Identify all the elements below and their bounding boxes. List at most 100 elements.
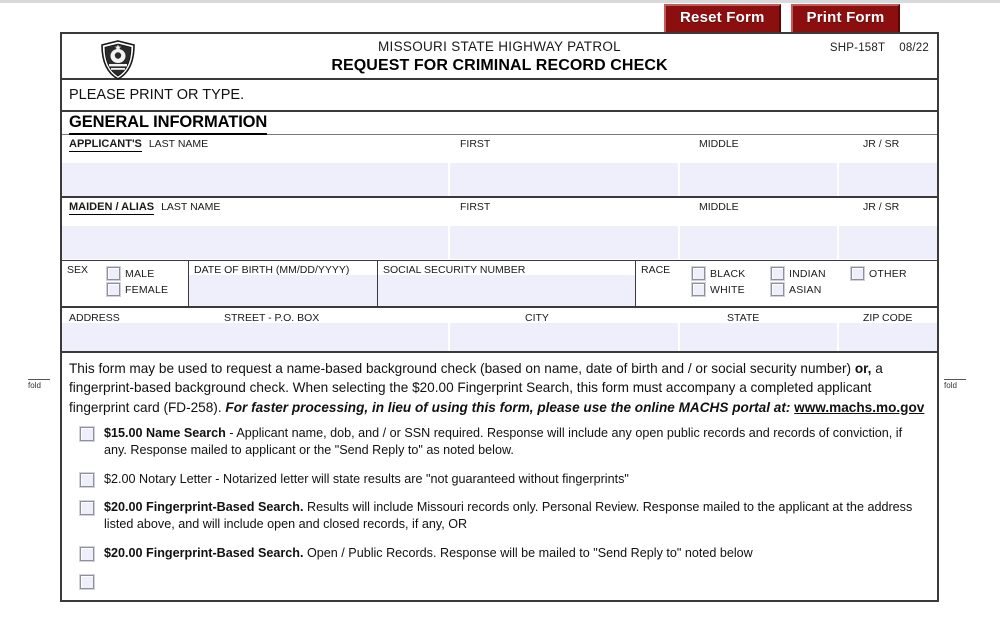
- city-input[interactable]: [450, 323, 681, 351]
- instructions-part-1: This form may be used to request a name-…: [69, 361, 855, 376]
- print-form-button[interactable]: Print Form: [790, 4, 901, 34]
- form-sheet: MISSOURI STATE HIGHWAY PATROL REQUEST FO…: [60, 32, 939, 603]
- service-options-list: $15.00 Name Search - Applicant name, dob…: [62, 421, 937, 590]
- option-partial-cutoff[interactable]: [80, 573, 927, 590]
- race-checkbox-column-1: BLACK WHITE: [692, 267, 745, 296]
- demographics-row: SEX MALE FEMALE DATE OF BIRTH (MM/DD/YYY…: [62, 261, 937, 308]
- fold-tick-left: [28, 379, 50, 380]
- applicant-last-name-label: APPLICANT'S LAST NAME: [69, 138, 209, 152]
- fold-tick-right: [944, 379, 966, 380]
- page-top-strip: [0, 0, 1000, 3]
- name-search-checkbox[interactable]: [80, 426, 94, 441]
- female-checkbox[interactable]: [107, 283, 120, 296]
- fingerprint-personal-review-checkbox[interactable]: [80, 501, 94, 516]
- indian-checkbox[interactable]: [771, 267, 784, 280]
- machs-portal-link[interactable]: www.machs.mo.gov: [794, 400, 924, 415]
- print-or-type-notice: PLEASE PRINT OR TYPE.: [62, 80, 937, 112]
- asian-checkbox[interactable]: [771, 283, 784, 296]
- race-option-black[interactable]: BLACK: [692, 267, 745, 280]
- sex-option-male[interactable]: MALE: [107, 267, 168, 280]
- applicant-last-name-input[interactable]: [62, 163, 451, 196]
- race-checkbox-column-3: OTHER: [851, 267, 907, 280]
- applicant-suffix-input[interactable]: [839, 163, 937, 196]
- applicant-name-labels: APPLICANT'S LAST NAME FIRST MIDDLE JR / …: [62, 135, 937, 152]
- fingerprint-open-public-checkbox[interactable]: [80, 546, 94, 561]
- maiden-alias-middle-name-label: MIDDLE: [699, 201, 739, 213]
- sex-cell: SEX MALE FEMALE: [62, 261, 189, 306]
- option-name-search[interactable]: $15.00 Name Search - Applicant name, dob…: [80, 425, 927, 460]
- reset-form-button[interactable]: Reset Form: [664, 4, 781, 34]
- applicant-name-row: APPLICANT'S LAST NAME FIRST MIDDLE JR / …: [62, 135, 937, 198]
- page-title: REQUEST FOR CRIMINAL RECORD CHECK: [331, 57, 668, 74]
- applicant-middle-name-input[interactable]: [680, 163, 840, 196]
- fold-mark-right: fold: [944, 379, 966, 390]
- fingerprint-open-public-description: Open / Public Records. Response will be …: [303, 545, 753, 560]
- other-checkbox[interactable]: [851, 267, 864, 280]
- fingerprint-personal-review-title: $20.00 Fingerprint-Based Search.: [104, 500, 304, 515]
- maiden-alias-suffix-label: JR / SR: [863, 201, 900, 213]
- instructions-or: or,: [854, 361, 872, 376]
- ssn-input[interactable]: [378, 275, 635, 306]
- maiden-alias-first-name-label: FIRST: [460, 201, 491, 213]
- race-checkbox-column-2: INDIAN ASIAN: [771, 267, 826, 296]
- form-number: SHP-158T: [829, 42, 886, 54]
- white-checkbox[interactable]: [692, 283, 705, 296]
- name-search-title: $15.00 Name Search: [104, 425, 226, 440]
- option-fingerprint-personal-review[interactable]: $20.00 Fingerprint-Based Search. Results…: [80, 499, 927, 534]
- sex-label: SEX: [67, 264, 89, 276]
- maiden-alias-middle-name-input[interactable]: [680, 226, 840, 259]
- race-option-other[interactable]: OTHER: [851, 267, 907, 280]
- address-inputs: [62, 323, 937, 351]
- maiden-alias-name-inputs: [62, 226, 937, 259]
- maiden-alias-name-labels: MAIDEN / ALIAS LAST NAME FIRST MIDDLE JR…: [62, 198, 937, 215]
- state-input[interactable]: [680, 323, 840, 351]
- maiden-alias-suffix-input[interactable]: [839, 226, 937, 259]
- sex-checkbox-group: MALE FEMALE: [107, 267, 168, 296]
- notary-letter-text: $2.00 Notary Letter - Notarized letter w…: [104, 471, 629, 488]
- race-label: RACE: [641, 264, 671, 276]
- general-information-title: GENERAL INFORMATION: [69, 112, 267, 135]
- zip-code-input[interactable]: [839, 323, 937, 351]
- race-option-asian[interactable]: ASIAN: [771, 283, 826, 296]
- form-header: MISSOURI STATE HIGHWAY PATROL REQUEST FO…: [62, 34, 937, 80]
- general-information-section-header: GENERAL INFORMATION: [62, 112, 937, 135]
- black-checkbox[interactable]: [692, 267, 705, 280]
- maiden-alias-last-name-input[interactable]: [62, 226, 451, 259]
- notary-letter-description: $2.00 Notary Letter - Notarized letter w…: [104, 471, 629, 486]
- partial-cutoff-checkbox[interactable]: [80, 575, 94, 590]
- applicant-first-name-input[interactable]: [450, 163, 681, 196]
- fold-mark-left: fold: [28, 379, 50, 390]
- applicant-name-inputs: [62, 163, 937, 196]
- organization-name: MISSOURI STATE HIGHWAY PATROL: [378, 39, 621, 54]
- street-input[interactable]: [62, 323, 451, 351]
- fingerprint-open-public-text: $20.00 Fingerprint-Based Search. Open / …: [104, 545, 753, 562]
- maiden-alias-first-name-input[interactable]: [450, 226, 681, 259]
- sex-option-female[interactable]: FEMALE: [107, 283, 168, 296]
- form-revision-date: 08/22: [899, 42, 929, 54]
- applicant-middle-name-label: MIDDLE: [699, 138, 739, 150]
- applicant-first-name-label: FIRST: [460, 138, 491, 150]
- form-action-buttons: Reset Form Print Form: [664, 4, 901, 34]
- notary-letter-checkbox[interactable]: [80, 472, 94, 487]
- form-number-block: SHP-158T 08/22: [830, 42, 929, 54]
- maiden-alias-last-name-label: MAIDEN / ALIAS LAST NAME: [69, 201, 221, 215]
- option-fingerprint-open-public[interactable]: $20.00 Fingerprint-Based Search. Open / …: [80, 545, 927, 562]
- address-row: ADDRESS STREET - P.O. BOX CITY STATE ZIP…: [62, 308, 937, 353]
- race-cell: RACE BLACK WHITE INDIAN ASIAN OTHER: [636, 261, 937, 306]
- instructions-paragraph: This form may be used to request a name-…: [62, 353, 937, 421]
- instructions-italic-note: For faster processing, in lieu of using …: [225, 399, 795, 415]
- male-checkbox[interactable]: [107, 267, 120, 280]
- name-search-text: $15.00 Name Search - Applicant name, dob…: [104, 425, 927, 460]
- maiden-alias-name-row: MAIDEN / ALIAS LAST NAME FIRST MIDDLE JR…: [62, 198, 937, 261]
- form-page: Reset Form Print Form fold fold MISSOURI…: [0, 0, 1000, 625]
- race-option-indian[interactable]: INDIAN: [771, 267, 826, 280]
- date-of-birth-cell: DATE OF BIRTH (MM/DD/YYYY): [189, 261, 378, 306]
- date-of-birth-input[interactable]: [189, 275, 377, 306]
- option-notary-letter[interactable]: $2.00 Notary Letter - Notarized letter w…: [80, 471, 927, 488]
- fingerprint-open-public-title: $20.00 Fingerprint-Based Search.: [104, 545, 304, 560]
- ssn-cell: SOCIAL SECURITY NUMBER: [378, 261, 636, 306]
- applicant-suffix-label: JR / SR: [863, 138, 900, 150]
- header-titles: MISSOURI STATE HIGHWAY PATROL REQUEST FO…: [62, 39, 937, 75]
- fingerprint-personal-review-text: $20.00 Fingerprint-Based Search. Results…: [104, 499, 927, 534]
- race-option-white[interactable]: WHITE: [692, 283, 745, 296]
